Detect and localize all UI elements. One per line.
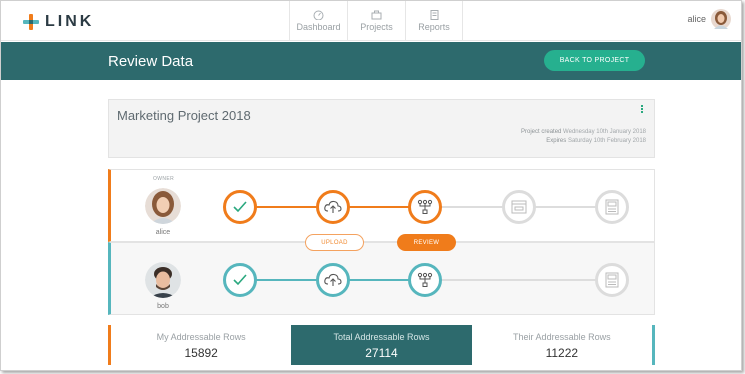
created-label: Project created — [521, 129, 562, 135]
review-button[interactable]: REVIEW — [397, 234, 456, 251]
stats-bar: My Addressable Rows 15892 Total Addressa… — [108, 325, 655, 365]
partner-progress-line-pending — [425, 279, 612, 281]
report-icon — [430, 10, 438, 20]
user-menu[interactable]: alice — [687, 9, 731, 29]
top-nav: LINK Dashboard Projects Reports alice — [1, 1, 741, 41]
nav-tabs: Dashboard Projects Reports — [289, 1, 463, 41]
project-dates: Project created Wednesday 10th January 2… — [521, 128, 646, 146]
tab-dashboard-label: Dashboard — [296, 22, 341, 32]
expires-value: Saturday 10th February 2018 — [567, 138, 646, 144]
project-card: Marketing Project 2018 Project created W… — [108, 99, 655, 158]
owner-step-report[interactable] — [595, 190, 629, 224]
stat-their-rows-label: Their Addressable Rows — [513, 332, 611, 342]
partner-name: bob — [157, 303, 169, 310]
stat-their-rows: Their Addressable Rows 11222 — [471, 325, 655, 365]
back-to-project-button[interactable]: BACK TO PROJECT — [544, 50, 645, 71]
partner-step-check[interactable] — [223, 263, 257, 297]
tab-reports-label: Reports — [418, 22, 450, 32]
stat-their-rows-value: 11222 — [545, 346, 579, 360]
owner-name: alice — [155, 229, 171, 236]
tab-dashboard[interactable]: Dashboard — [289, 1, 347, 41]
owner-tag: OWNER — [153, 176, 175, 182]
stat-my-rows-label: My Addressable Rows — [156, 332, 246, 342]
hierarchy-icon — [417, 272, 433, 287]
stat-total-rows-value: 27114 — [365, 346, 398, 360]
more-options-icon[interactable] — [641, 105, 645, 114]
owner-step-browser[interactable] — [502, 190, 536, 224]
document-icon — [605, 272, 619, 288]
check-icon — [233, 201, 247, 213]
user-avatar — [711, 9, 731, 29]
partner-step-upload[interactable] — [316, 263, 350, 297]
cloud-upload-icon — [324, 273, 342, 286]
browser-icon — [511, 200, 527, 214]
tab-reports[interactable]: Reports — [405, 1, 463, 41]
owner-step-check[interactable] — [223, 190, 257, 224]
plus-logo-icon — [23, 14, 39, 30]
hierarchy-icon — [417, 199, 433, 214]
partner-step-report[interactable] — [595, 263, 629, 297]
dashboard-icon — [313, 10, 324, 20]
tab-projects-label: Projects — [360, 22, 393, 32]
partner-avatar — [145, 262, 181, 298]
created-value: Wednesday 10th January 2018 — [563, 129, 646, 135]
logo[interactable]: LINK — [23, 13, 95, 30]
upload-button[interactable]: UPLOAD — [305, 234, 364, 251]
app-window: LINK Dashboard Projects Reports alice Re… — [0, 0, 742, 371]
document-icon — [605, 199, 619, 215]
logo-text: LINK — [45, 13, 95, 30]
user-name: alice — [687, 14, 706, 24]
page-header: Review Data BACK TO PROJECT — [1, 42, 741, 80]
partner-step-review[interactable] — [408, 263, 442, 297]
expires-label: Expires — [546, 138, 567, 144]
page-title: Review Data — [108, 53, 194, 70]
cloud-upload-icon — [324, 200, 342, 213]
project-title: Marketing Project 2018 — [117, 108, 251, 123]
stat-total-rows: Total Addressable Rows 27114 — [291, 325, 472, 365]
tab-projects[interactable]: Projects — [347, 1, 405, 41]
briefcase-icon — [371, 10, 382, 20]
owner-step-upload[interactable] — [316, 190, 350, 224]
stat-my-rows-value: 15892 — [184, 346, 218, 360]
owner-step-review[interactable] — [408, 190, 442, 224]
stat-my-rows: My Addressable Rows 15892 — [108, 325, 292, 365]
stat-total-rows-label: Total Addressable Rows — [333, 332, 430, 342]
owner-avatar — [145, 188, 181, 224]
check-icon — [233, 274, 247, 286]
